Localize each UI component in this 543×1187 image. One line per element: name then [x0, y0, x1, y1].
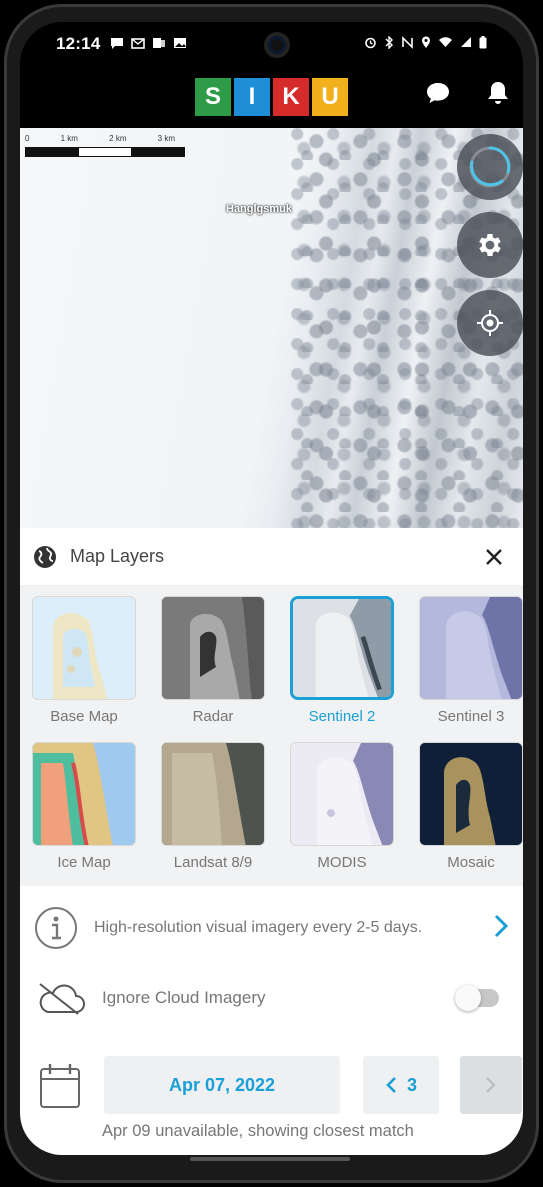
my-location-button[interactable]: [457, 290, 523, 356]
status-notification-icons: [110, 37, 187, 52]
alarm-icon: [364, 36, 377, 52]
landsat-thumbnail: [161, 742, 265, 846]
header-actions: [423, 78, 513, 108]
date-availability-note: Apr 09 unavailable, showing closest matc…: [102, 1122, 414, 1140]
close-button[interactable]: [479, 542, 509, 572]
scale-label: 1 km: [60, 134, 78, 143]
mail-icon: [131, 37, 146, 52]
layer-base-map[interactable]: Base Map: [30, 596, 138, 734]
layer-landsat-8-9[interactable]: Landsat 8/9: [159, 742, 267, 880]
status-time: 12:14: [56, 34, 101, 53]
chevron-left-icon: [386, 1077, 396, 1093]
date-selector-row: Apr 07, 2022 3 Apr 09 unavailable, showi…: [20, 1056, 523, 1140]
teams-icon: [152, 37, 166, 52]
battery-icon: [479, 36, 487, 52]
logo-letter-s: S: [195, 78, 231, 116]
layer-info-row[interactable]: High-resolution visual imagery every 2-5…: [20, 888, 523, 968]
scale-label: 0: [25, 134, 30, 143]
chevron-right-icon: [486, 1077, 496, 1093]
home-indicator[interactable]: [190, 1157, 350, 1161]
layer-label: Radar: [192, 708, 234, 725]
screen: 12:14 S I K U 0 1 km 2 km 3 km Hanglgsmu…: [20, 22, 523, 1155]
layer-label: MODIS: [317, 854, 367, 871]
notifications-button[interactable]: [483, 78, 513, 108]
sentinel-3-thumbnail: [419, 596, 523, 700]
place-label: Hanglgsmuk: [226, 203, 293, 215]
close-icon: [486, 548, 502, 565]
panel-title: Map Layers: [70, 546, 165, 566]
scale-labels: 0 1 km 2 km 3 km: [25, 134, 185, 143]
message-icon: [110, 37, 124, 52]
modis-thumbnail: [290, 742, 394, 846]
next-date-button[interactable]: [460, 1056, 522, 1114]
image-icon: [173, 37, 187, 52]
toggle-knob: [455, 985, 481, 1011]
layer-modis[interactable]: MODIS: [288, 742, 396, 880]
sentinel-2-thumbnail: [290, 596, 394, 700]
scale-label: 2 km: [109, 134, 127, 143]
layer-label: Mosaic: [447, 854, 495, 871]
layer-label: Sentinel 3: [437, 708, 505, 725]
layer-mosaic[interactable]: Mosaic: [417, 742, 523, 880]
gear-icon: [479, 234, 501, 256]
signal-icon: [460, 36, 472, 52]
base-map-thumbnail: [32, 596, 136, 700]
app-header: S I K U: [20, 66, 523, 128]
loading-indicator: [457, 134, 523, 200]
layer-ice-map[interactable]: Ice Map: [30, 742, 138, 880]
location-icon: [421, 36, 431, 52]
bluetooth-icon: [384, 35, 394, 52]
ice-map-thumbnail: [32, 742, 136, 846]
logo-letter-u: U: [312, 78, 348, 116]
front-camera: [264, 32, 290, 58]
ignore-cloud-label: Ignore Cloud Imagery: [102, 988, 266, 1007]
siku-logo: S I K U: [195, 78, 348, 116]
layers-grid: Base Map Radar Sentinel 2 Sentinel 3 Ice…: [20, 586, 523, 886]
layer-radar[interactable]: Radar: [159, 596, 267, 734]
globe-icon: [34, 545, 56, 568]
info-icon: [35, 907, 77, 949]
logo-letter-i: I: [234, 78, 270, 116]
chevron-right-icon: [494, 914, 509, 937]
loading-icon: [469, 146, 511, 188]
layer-description: High-resolution visual imagery every 2-5…: [94, 919, 423, 937]
wifi-icon: [438, 36, 453, 52]
layer-sentinel-3[interactable]: Sentinel 3: [417, 596, 523, 734]
chat-icon: [427, 83, 449, 103]
panel-header: Map Layers: [20, 528, 523, 586]
map-layers-panel: Map Layers Base Map Radar Sentinel 2 Sen…: [20, 528, 523, 1155]
date-picker-button[interactable]: Apr 07, 2022: [104, 1056, 340, 1114]
scale-segments: [25, 147, 185, 157]
chat-button[interactable]: [423, 78, 453, 108]
nfc-icon: [401, 36, 414, 52]
crosshair-icon: [477, 310, 503, 336]
layer-label: Landsat 8/9: [173, 854, 253, 871]
logo-letter-k: K: [273, 78, 309, 116]
layer-sentinel-2[interactable]: Sentinel 2: [288, 596, 396, 734]
status-system-icons: [364, 35, 487, 52]
day-step-count: 3: [406, 1074, 417, 1095]
previous-date-button[interactable]: 3: [363, 1056, 439, 1114]
scale-bar: 0 1 km 2 km 3 km: [25, 134, 185, 157]
layer-label: Ice Map: [57, 854, 111, 871]
bell-icon: [488, 82, 508, 104]
map-view[interactable]: 0 1 km 2 km 3 km Hanglgsmuk: [20, 128, 523, 528]
info-more-button[interactable]: [493, 913, 509, 944]
layer-label: Sentinel 2: [308, 708, 376, 725]
ignore-cloud-row: Ignore Cloud Imagery: [20, 968, 523, 1028]
cloud-off-icon: [39, 983, 85, 1015]
scale-label: 3 km: [157, 134, 175, 143]
ignore-cloud-toggle[interactable]: [455, 985, 499, 1011]
mosaic-thumbnail: [419, 742, 523, 846]
settings-button[interactable]: [457, 212, 523, 278]
radar-thumbnail: [161, 596, 265, 700]
calendar-icon: [40, 1064, 80, 1108]
layer-label: Base Map: [50, 708, 118, 725]
